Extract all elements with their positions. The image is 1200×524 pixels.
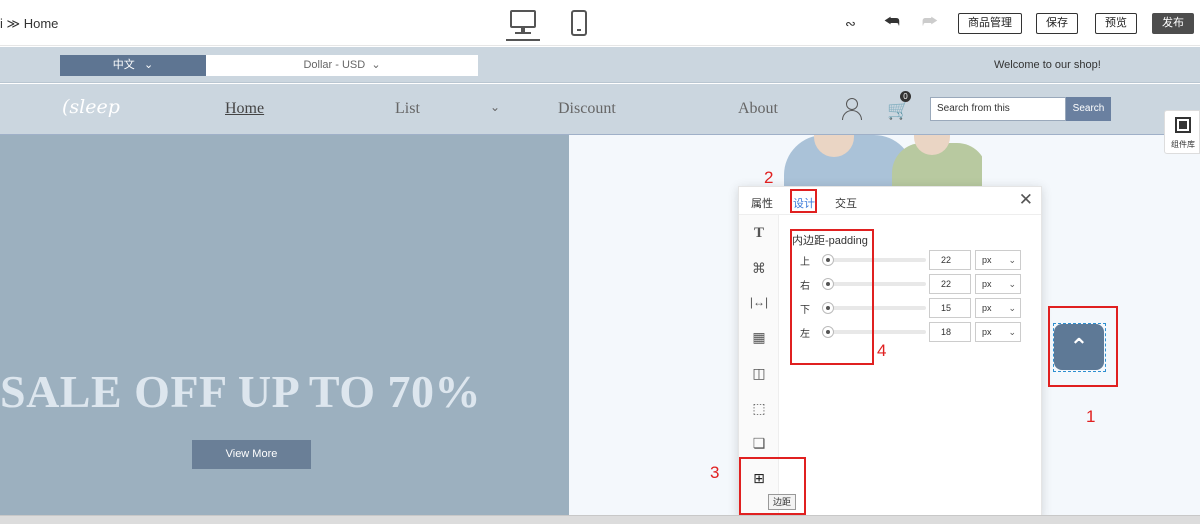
editor-toolbar: i ≫ Home ∾ ⮪ ⮫ 商品管理 保存 预览 发布: [0, 0, 1200, 46]
annotation-box-1: [1048, 306, 1118, 387]
panel-tabs: 属性 设计 交互 ✕: [739, 187, 1041, 215]
nav-list[interactable]: List: [395, 100, 420, 118]
search-button[interactable]: Search: [1066, 97, 1111, 121]
chevron-down-icon: ⌄: [1008, 303, 1016, 313]
component-library-icon: [1175, 117, 1191, 133]
redo-icon[interactable]: ⮫: [922, 13, 938, 31]
language-label: 中文: [112, 59, 135, 71]
cart-icon[interactable]: 🛒: [887, 100, 909, 120]
horizontal-scrollbar[interactable]: [0, 515, 1200, 524]
padding-bottom-unit[interactable]: px ⌄: [975, 298, 1021, 318]
component-library-tab[interactable]: 组件库: [1164, 110, 1200, 154]
layout-icon[interactable]: ⌘: [739, 260, 779, 277]
preview-button[interactable]: 预览: [1095, 13, 1137, 34]
text-icon[interactable]: T: [739, 225, 779, 242]
welcome-text: Welcome to our shop!: [994, 59, 1101, 71]
product-management-button[interactable]: 商品管理: [958, 13, 1022, 34]
padding-top-unit[interactable]: px ⌄: [975, 250, 1021, 270]
annotation-number-1: 1: [1086, 407, 1096, 426]
active-view-indicator: [506, 39, 540, 41]
background-icon[interactable]: ▦: [739, 329, 779, 346]
padding-bottom-input[interactable]: 15: [929, 298, 971, 318]
view-more-button[interactable]: View More: [192, 440, 311, 469]
site-logo[interactable]: (sleep: [62, 96, 120, 118]
breadcrumb[interactable]: i ≫ Home: [0, 16, 58, 32]
close-icon[interactable]: ✕: [1019, 190, 1033, 210]
padding-top-input[interactable]: 22: [929, 250, 971, 270]
unit-label: px: [982, 327, 992, 337]
hero-banner: SALE OFF UP TO 70% View More: [0, 135, 569, 515]
chevron-down-icon: ⌄: [1008, 327, 1016, 337]
unit-label: px: [982, 279, 992, 289]
padding-right-input[interactable]: 22: [929, 274, 971, 294]
annotation-box-4: [790, 229, 874, 365]
padding-right-unit[interactable]: px ⌄: [975, 274, 1021, 294]
shadow-icon[interactable]: ❏: [739, 435, 779, 452]
publish-button[interactable]: 发布: [1152, 13, 1194, 34]
chevron-down-icon: ⌄: [371, 59, 381, 71]
padding-left-input[interactable]: 18: [929, 322, 971, 342]
unit-label: px: [982, 255, 992, 265]
hide-eye-icon[interactable]: ∾: [845, 15, 856, 33]
hero-model-image: [774, 135, 982, 187]
chevron-down-icon: ⌄: [143, 59, 154, 71]
tab-interaction[interactable]: 交互: [835, 195, 857, 211]
nav-discount[interactable]: Discount: [558, 100, 616, 118]
language-select[interactable]: 中文 ⌄: [60, 55, 206, 76]
user-icon[interactable]: [842, 98, 862, 120]
annotation-number-4: 4: [877, 341, 887, 360]
padding-left-unit[interactable]: px ⌄: [975, 322, 1021, 342]
width-icon[interactable]: |↔|: [739, 295, 779, 309]
search-input[interactable]: Search from this: [930, 97, 1066, 121]
annotation-box-3: [739, 457, 806, 515]
border-icon[interactable]: ◫: [739, 365, 779, 382]
annotation-number-3: 3: [710, 463, 720, 482]
unit-label: px: [982, 303, 992, 313]
nav-about[interactable]: About: [738, 100, 778, 118]
save-button[interactable]: 保存: [1036, 13, 1078, 34]
currency-label: Dollar - USD: [303, 59, 366, 71]
mobile-view-icon[interactable]: [571, 10, 587, 36]
logo-text: sleep: [69, 96, 120, 118]
site-navbar: (sleep Home List ⌄ Discount About 🛒 Sear…: [0, 84, 1200, 135]
undo-icon[interactable]: ⮪: [884, 13, 900, 31]
site-top-bar: 中文 ⌄ Dollar - USD ⌄ Welcome to our shop!: [0, 47, 1200, 83]
currency-select[interactable]: Dollar - USD ⌄: [206, 55, 478, 76]
chevron-down-icon[interactable]: ⌄: [490, 100, 500, 114]
cart-count-badge: 0: [900, 91, 911, 102]
hero-title: SALE OFF UP TO 70%: [0, 366, 482, 417]
component-library-label: 组件库: [1171, 140, 1195, 149]
radius-icon[interactable]: ⬚: [739, 400, 779, 417]
nav-home[interactable]: Home: [225, 100, 264, 118]
chevron-down-icon: ⌄: [1008, 255, 1016, 265]
annotation-number-2: 2: [764, 168, 774, 187]
tab-properties[interactable]: 属性: [751, 195, 773, 211]
desktop-view-icon[interactable]: [508, 10, 538, 36]
annotation-box-2: [790, 189, 817, 213]
chevron-down-icon: ⌄: [1008, 279, 1016, 289]
